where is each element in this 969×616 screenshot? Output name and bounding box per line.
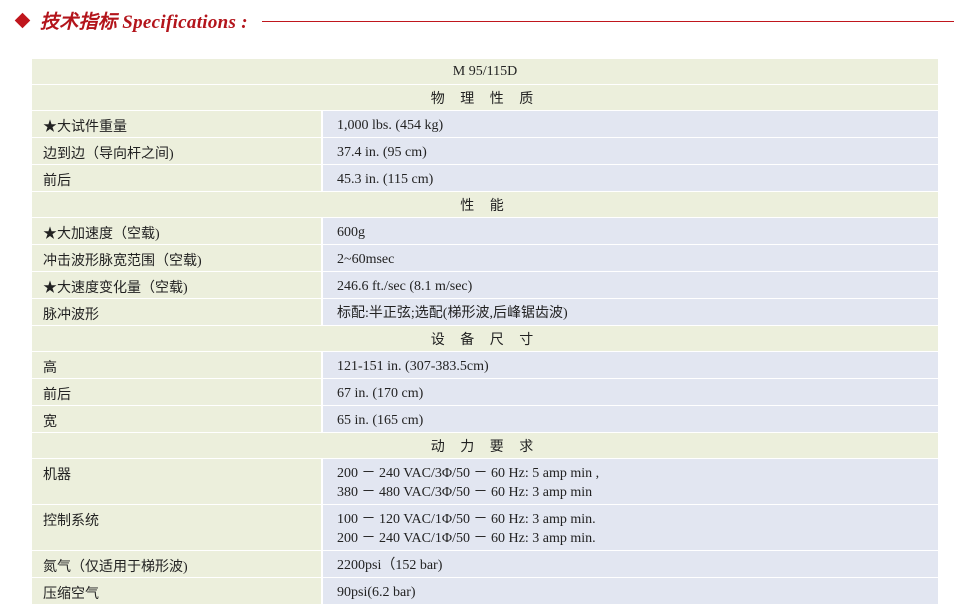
spec-value-line: 90psi(6.2 bar) (337, 585, 416, 600)
spec-value-line: 200 － 240 VAC/3Φ/50 － 60 Hz: 5 amp min , (337, 466, 600, 481)
section-heading: 性 能 (460, 198, 510, 214)
spec-header: 技术指标 Specifications : (14, 6, 954, 34)
spec-value: 100 － 120 VAC/1Φ/50 － 60 Hz: 3 amp min. 2… (323, 505, 938, 550)
spec-value-line: 标配:半正弦;选配(梯形波,后峰锯齿波) (337, 306, 568, 321)
table-row: 前后 67 in. (170 cm) (32, 379, 938, 406)
spec-value-line: 1,000 lbs. (454 kg) (337, 118, 444, 133)
spec-label: 高 (32, 352, 323, 378)
spec-value: 1,000 lbs. (454 kg) (323, 111, 938, 137)
spec-label: 边到边（导向杆之间) (32, 138, 323, 164)
section-heading-row: 性 能 (32, 192, 938, 218)
diamond-bullet-icon (14, 12, 31, 28)
page-title: 技术指标 Specifications : (40, 11, 248, 33)
table-row: 压缩空气 90psi(6.2 bar) (32, 578, 938, 605)
spec-value-line: 45.3 in. (115 cm) (337, 172, 434, 187)
spec-value: 67 in. (170 cm) (323, 379, 938, 405)
spec-label: 前后 (32, 379, 323, 405)
spec-label: 宽 (32, 406, 323, 432)
section-heading-row: 物 理 性 质 (32, 85, 938, 111)
model-row: M 95/115D (32, 59, 938, 85)
spec-label: 脉冲波形 (32, 299, 323, 325)
spec-value: 45.3 in. (115 cm) (323, 165, 938, 191)
spec-value-line: 65 in. (165 cm) (337, 413, 424, 428)
spec-value: 2~60msec (323, 245, 938, 271)
spec-label: 冲击波形脉宽范围（空载) (32, 245, 323, 271)
spec-value-line: 2~60msec (337, 252, 395, 267)
table-row: 脉冲波形 标配:半正弦;选配(梯形波,后峰锯齿波) (32, 299, 938, 326)
spec-label: 氮气（仅适用于梯形波) (32, 551, 323, 577)
table-row: 机器 200 － 240 VAC/3Φ/50 － 60 Hz: 5 amp min… (32, 459, 938, 505)
spec-value: 200 － 240 VAC/3Φ/50 － 60 Hz: 5 amp min ,… (323, 459, 938, 504)
spec-value: 2200psi（152 bar) (323, 551, 938, 577)
spec-label: ★大试件重量 (32, 111, 323, 137)
spec-label: 前后 (32, 165, 323, 191)
section-heading-row: 动 力 要 求 (32, 433, 938, 459)
table-row: 边到边（导向杆之间) 37.4 in. (95 cm) (32, 138, 938, 165)
model-name: M 95/115D (452, 63, 518, 79)
title-divider (261, 20, 954, 22)
spec-value: 标配:半正弦;选配(梯形波,后峰锯齿波) (323, 299, 938, 325)
table-row: ★大试件重量 1,000 lbs. (454 kg) (32, 111, 938, 138)
spec-label: 压缩空气 (32, 578, 323, 604)
spec-value-line: 380 － 480 VAC/3Φ/50 － 60 Hz: 3 amp min (337, 485, 593, 500)
spec-value-line: 200 － 240 VAC/1Φ/50 － 60 Hz: 3 amp min. (337, 531, 596, 546)
spec-value-line: 600g (337, 225, 365, 240)
spec-value: 65 in. (165 cm) (323, 406, 938, 432)
spec-value-line: 121-151 in. (307-383.5cm) (337, 359, 489, 374)
spec-label: ★大速度变化量（空载) (32, 272, 323, 298)
spec-label: ★大加速度（空载) (32, 218, 323, 244)
table-row: 冲击波形脉宽范围（空载) 2~60msec (32, 245, 938, 272)
table-row: 高 121-151 in. (307-383.5cm) (32, 352, 938, 379)
spec-label: 机器 (32, 459, 323, 504)
spec-value-line: 100 － 120 VAC/1Φ/50 － 60 Hz: 3 amp min. (337, 512, 596, 527)
section-heading: 物 理 性 质 (430, 91, 540, 107)
spec-value: 121-151 in. (307-383.5cm) (323, 352, 938, 378)
spec-value: 246.6 ft./sec (8.1 m/sec) (323, 272, 938, 298)
spec-label: 控制系统 (32, 505, 323, 550)
spec-value-line: 67 in. (170 cm) (337, 386, 424, 401)
spec-table: M 95/115D 物 理 性 质 ★大试件重量 1,000 lbs. (454 k… (32, 59, 938, 605)
spec-value-line: 2200psi（152 bar) (337, 558, 443, 573)
spec-value: 600g (323, 218, 938, 244)
table-row: 氮气（仅适用于梯形波) 2200psi（152 bar) (32, 551, 938, 578)
table-row: 宽 65 in. (165 cm) (32, 406, 938, 433)
spec-value: 90psi(6.2 bar) (323, 578, 938, 604)
spec-value-line: 37.4 in. (95 cm) (337, 145, 427, 160)
table-row: 控制系统 100 － 120 VAC/1Φ/50 － 60 Hz: 3 amp m… (32, 505, 938, 551)
section-heading: 设 备 尺 寸 (430, 332, 540, 348)
section-heading-row: 设 备 尺 寸 (32, 326, 938, 352)
table-row: 前后 45.3 in. (115 cm) (32, 165, 938, 192)
spec-value: 37.4 in. (95 cm) (323, 138, 938, 164)
table-row: ★大加速度（空载) 600g (32, 218, 938, 245)
table-row: ★大速度变化量（空载) 246.6 ft./sec (8.1 m/sec) (32, 272, 938, 299)
spec-sections: 物 理 性 质 ★大试件重量 1,000 lbs. (454 kg) 边到边（导向杆之… (32, 85, 938, 605)
section-heading: 动 力 要 求 (430, 439, 540, 455)
spec-value-line: 246.6 ft./sec (8.1 m/sec) (337, 279, 473, 294)
